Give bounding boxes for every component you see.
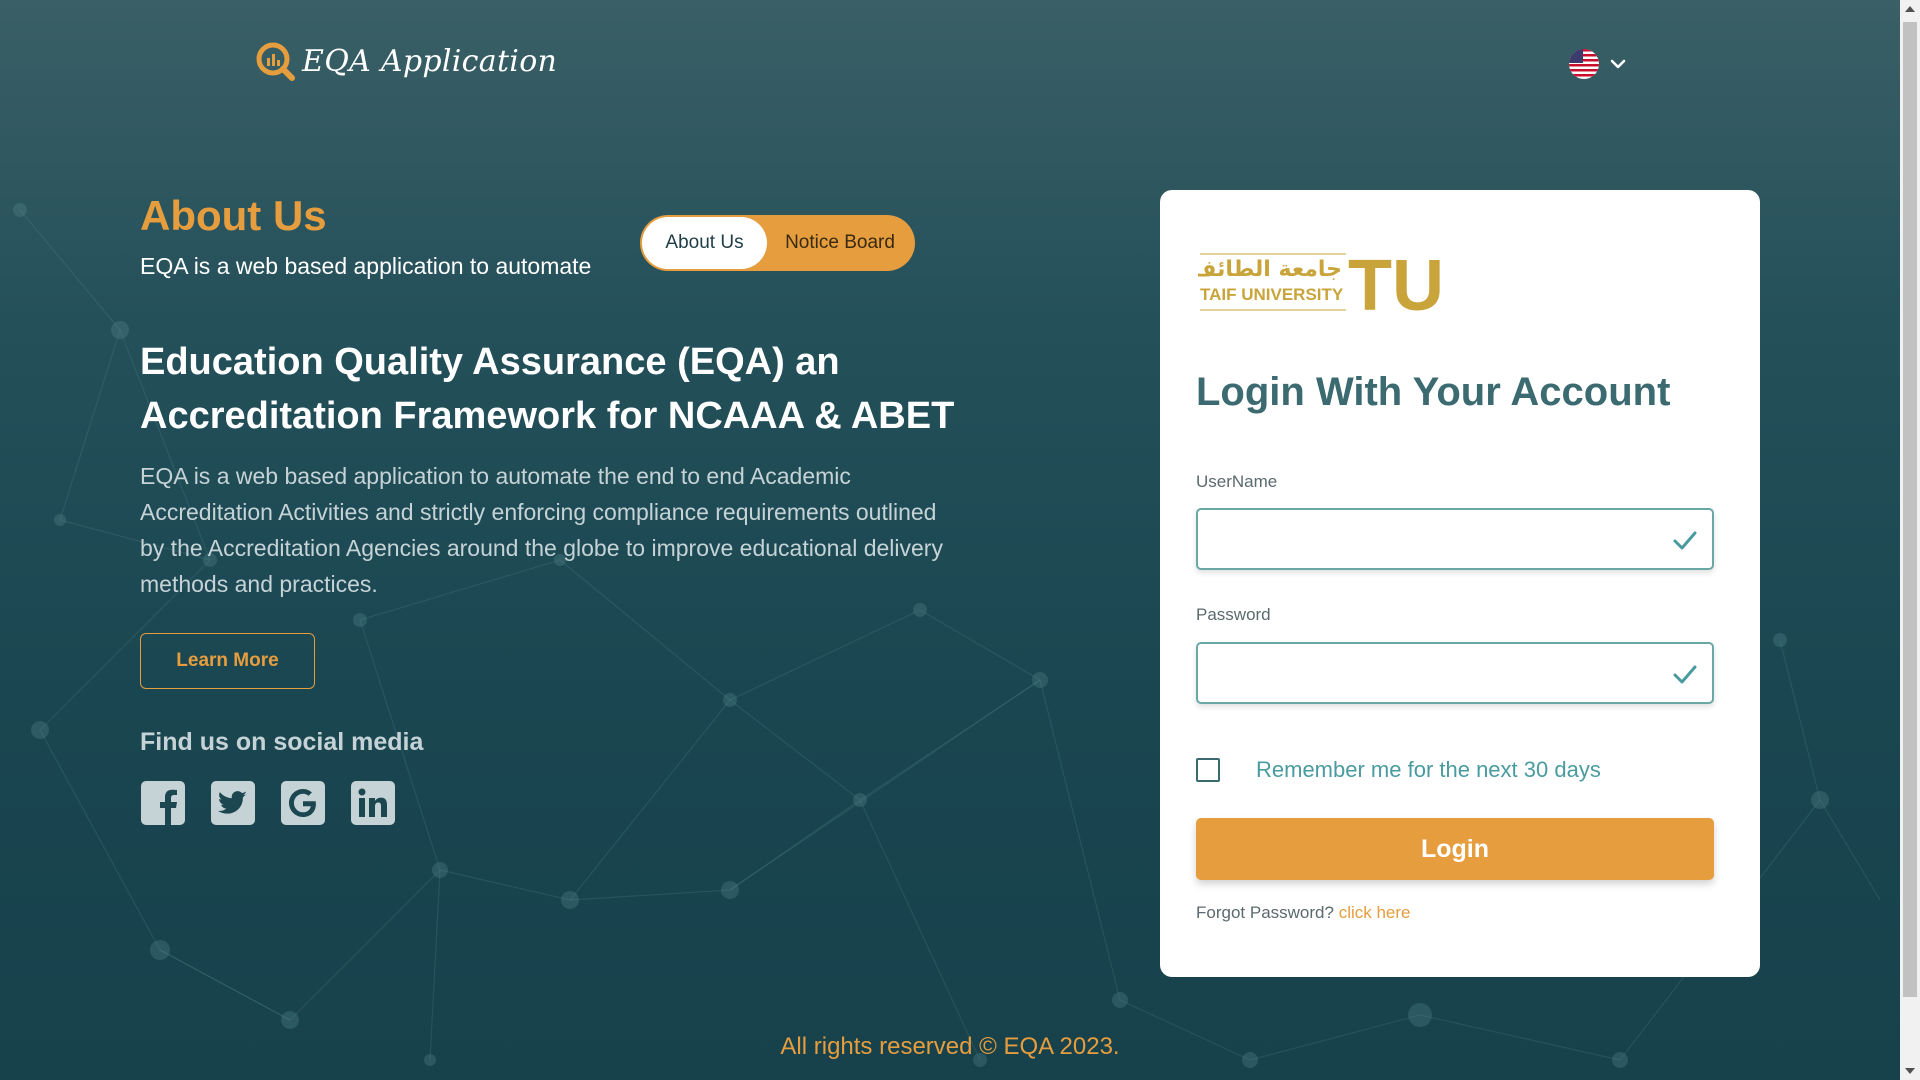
twitter-icon[interactable] [210,780,256,826]
forgot-password: Forgot Password? click here [1196,903,1411,923]
logo-arabic-text: جامعة الطائف [1198,257,1342,282]
linkedin-icon[interactable] [350,780,396,826]
social-links [140,780,396,826]
username-field-wrapper [1196,508,1714,570]
social-heading: Find us on social media [140,728,424,756]
check-icon [1673,531,1697,550]
section-toggle: About Us Notice Board [640,215,915,271]
username-label: UserName [1196,472,1278,491]
scroll-up-icon[interactable] [1905,6,1915,12]
forgot-password-link[interactable]: click here [1339,903,1411,922]
vertical-scrollbar[interactable] [1900,0,1920,1080]
chevron-down-icon [1610,59,1626,69]
learn-more-button[interactable]: Learn More [140,633,315,689]
password-field-wrapper [1196,642,1714,704]
logo-english-text: TAIF UNIVERSITY [1200,285,1344,304]
login-title: Login With Your Account [1196,370,1671,414]
remember-me: Remember me for the next 30 days [1196,757,1601,783]
scroll-down-icon[interactable] [1905,1068,1915,1074]
footer-copyright: All rights reserved © EQA 2023. [780,1033,1120,1060]
brand-title: EQA Application [302,43,558,79]
password-input[interactable] [1198,644,1658,702]
language-selector[interactable] [1568,48,1628,80]
check-icon [1673,665,1697,684]
eqa-logo-icon [256,42,295,81]
forgot-text: Forgot Password? [1196,903,1334,922]
scrollbar-thumb[interactable] [1903,22,1917,997]
username-input[interactable] [1198,510,1658,568]
taif-university-logo: جامعة الطائف TAIF UNIVERSITY TU [1198,250,1444,320]
us-flag-icon [1569,49,1599,79]
about-heading: About Us [140,192,327,239]
facebook-icon[interactable] [140,780,186,826]
toggle-notice-board[interactable]: Notice Board [767,217,913,269]
login-button[interactable]: Login [1196,818,1714,880]
brand[interactable]: EQA Application [254,40,557,82]
page-description: EQA is a web based application to automa… [140,463,943,597]
password-label: Password [1196,605,1271,624]
page-title: Education Quality Assurance (EQA) an Acc… [140,341,955,437]
login-card: جامعة الطائف TAIF UNIVERSITY TU Login Wi… [1160,190,1760,977]
toggle-about-us[interactable]: About Us [642,217,767,269]
about-subtitle: EQA is a web based application to automa… [140,253,592,279]
remember-label[interactable]: Remember me for the next 30 days [1256,757,1601,783]
remember-checkbox[interactable] [1196,758,1220,782]
google-icon[interactable] [280,780,326,826]
logo-mark-text: TU [1348,250,1444,320]
